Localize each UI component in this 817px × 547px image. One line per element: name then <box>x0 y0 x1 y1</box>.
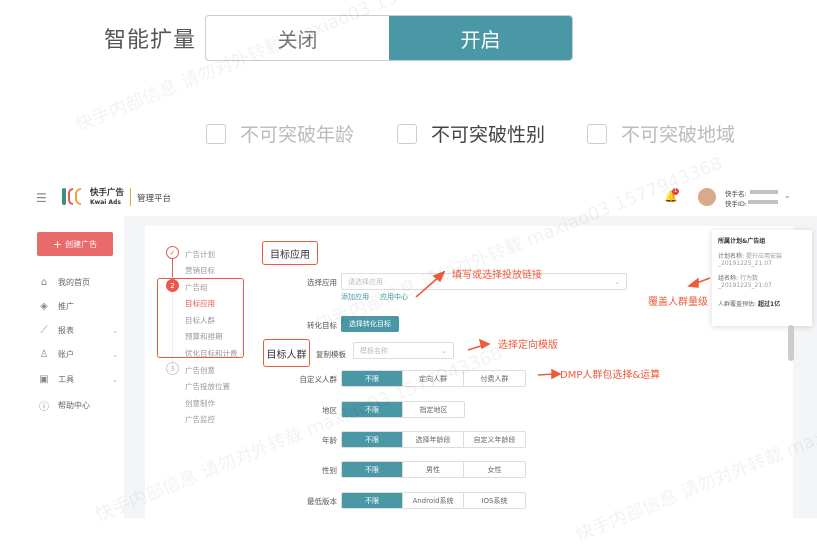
toggle-off[interactable]: 关闭 <box>206 16 389 60</box>
arrow-head <box>687 277 699 288</box>
checkbox-label: 不可突破年龄 <box>240 124 355 146</box>
checkbox-label: 不可突破性别 <box>431 124 546 146</box>
arrow-link <box>415 275 441 298</box>
annotation-coverage: 覆盖人群量级 <box>648 297 708 308</box>
checkbox-gender[interactable]: 不可突破性别 <box>397 120 545 147</box>
arrow-head <box>478 338 491 350</box>
checkbox-box[interactable] <box>206 123 226 144</box>
smart-expansion-label: 智能扩量 <box>104 28 197 53</box>
annotation-arrows <box>415 270 711 380</box>
annotation-link: 填写或选择投放链接 <box>452 270 542 281</box>
ad-platform-screenshot: ☰ 快手广告 Kwai Ads 管理平台 🔔 1 快手名: 快手ID: ⌄ + 创… <box>8 180 817 518</box>
smart-expansion-toggle[interactable]: 关闭 开启 <box>205 15 573 61</box>
checkbox-label: 不可突破地域 <box>621 124 736 146</box>
checkbox-region[interactable]: 不可突破地域 <box>587 120 735 147</box>
checkbox-age[interactable]: 不可突破年龄 <box>206 120 354 147</box>
toggle-on[interactable]: 开启 <box>389 16 572 60</box>
checkbox-box[interactable] <box>397 123 417 144</box>
arrow-head <box>551 368 562 380</box>
checkbox-box[interactable] <box>587 123 607 144</box>
annotation-template: 选择定向模版 <box>498 340 558 351</box>
annotation-dmp: DMP人群包选择&运算 <box>560 370 661 381</box>
